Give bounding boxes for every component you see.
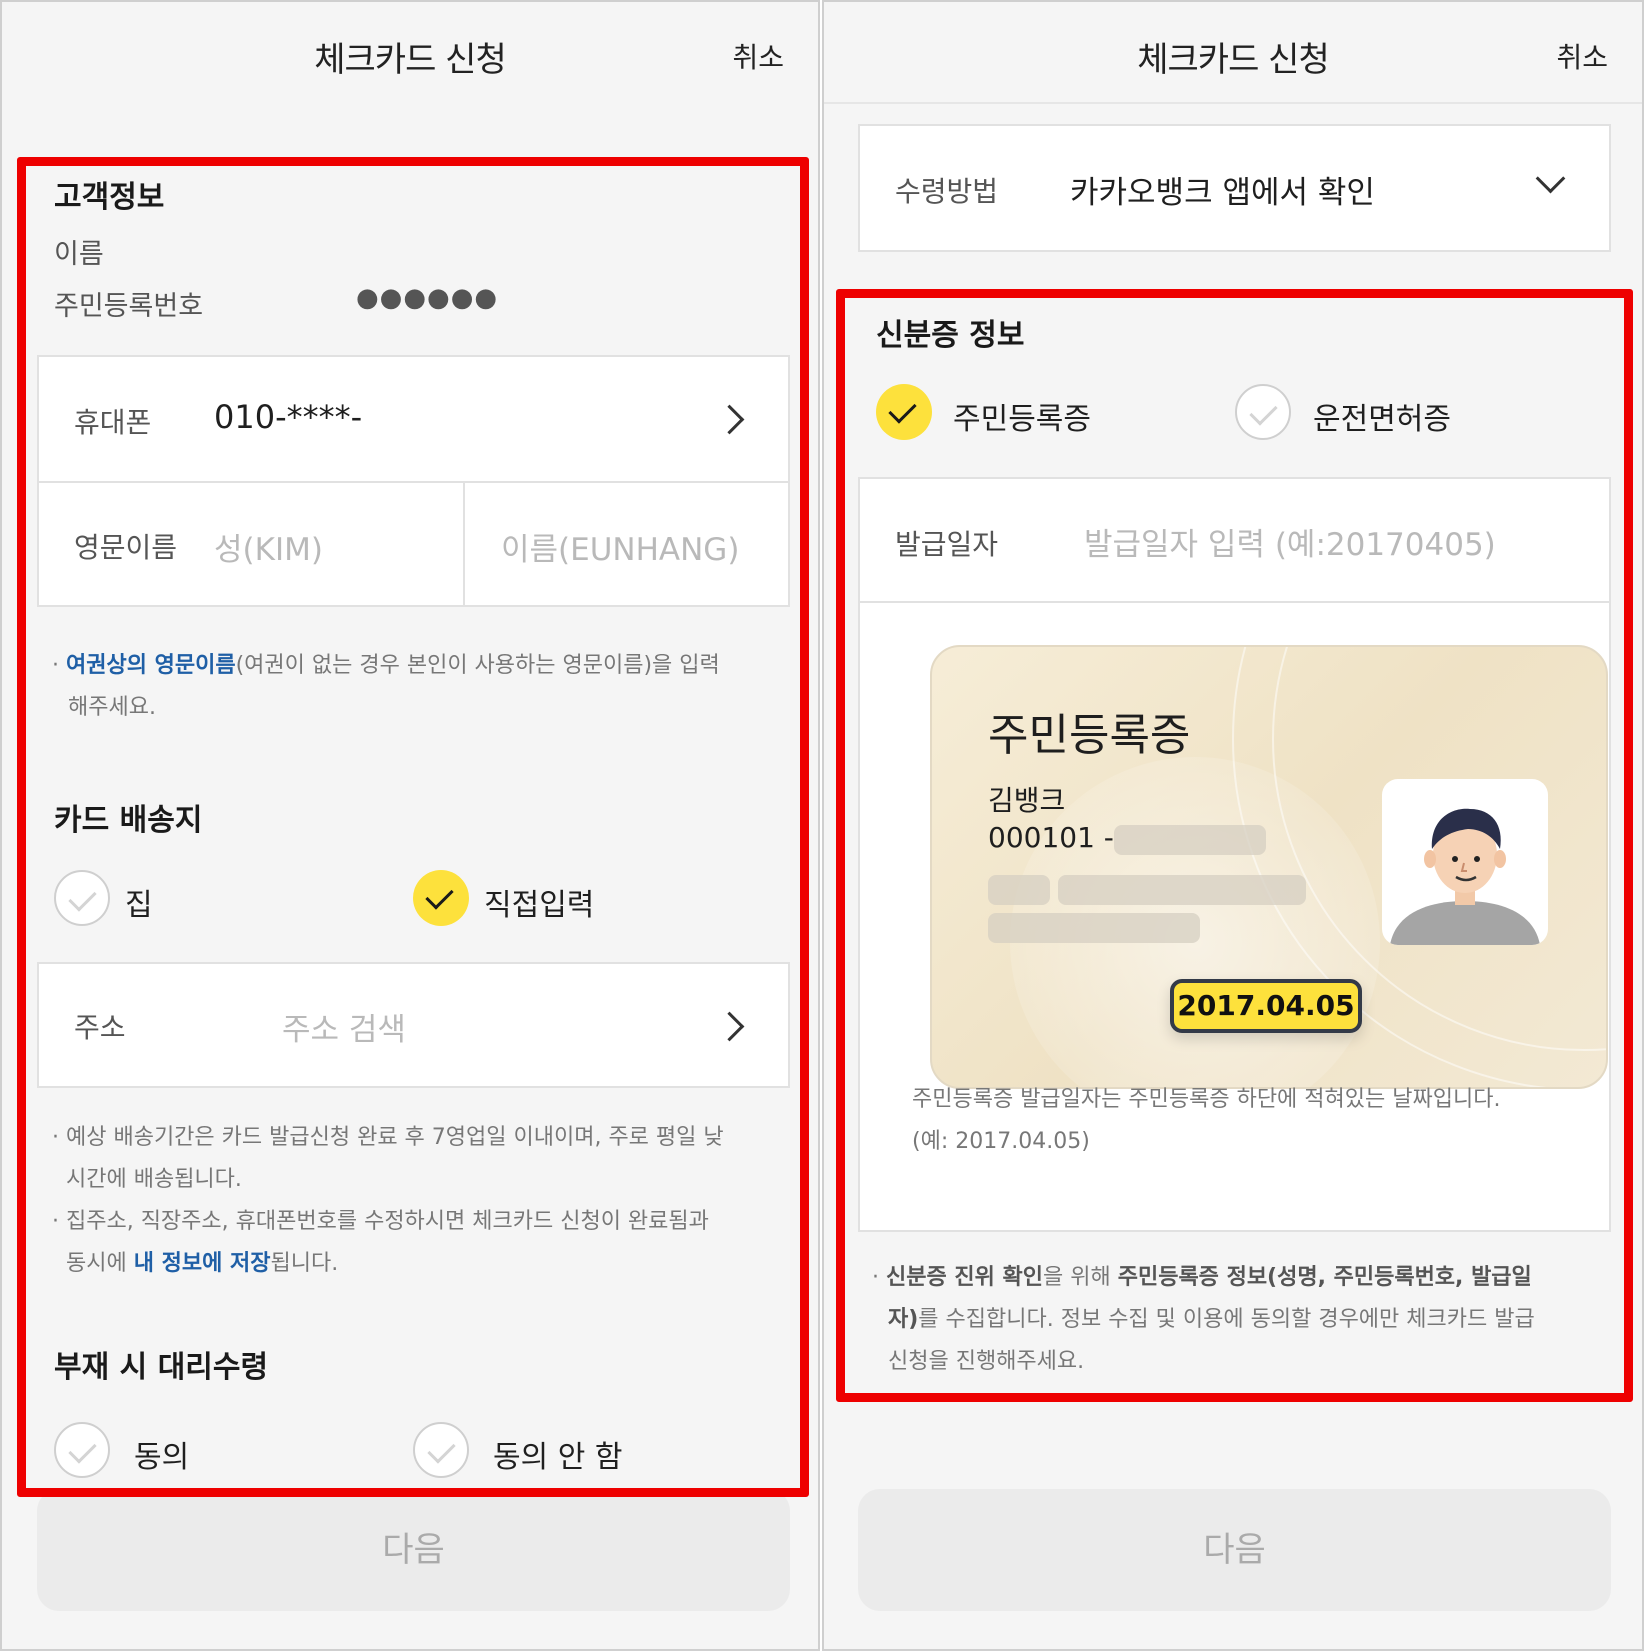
cancel-button[interactable]: 취소 [1556, 36, 1608, 76]
redacted-bar [988, 913, 1200, 943]
receive-method-label: 수령방법 [895, 175, 999, 208]
radio-direct-input[interactable] [413, 870, 469, 926]
redacted-bar [988, 875, 1050, 905]
check-icon [425, 881, 454, 910]
chevron-right-icon [714, 404, 745, 435]
phone-value: 010-****- [214, 398, 363, 436]
divider [860, 601, 1609, 603]
delivery-title: 카드 배송지 [54, 803, 203, 838]
page-title: 체크카드 신청 [314, 40, 507, 80]
id-card-illustration: 주민등록증 김뱅크 000101 - 2017.04.05 [930, 645, 1608, 1089]
receive-method-value: 카카오뱅크 앱에서 확인 [1070, 175, 1375, 211]
privacy-note: · 신분증 진위 확인을 위해 주민등록증 정보(성명, 주민등록번호, 발급일… [872, 1265, 1535, 1374]
check-icon [1249, 397, 1278, 426]
proxy-receipt-title: 부재 시 대리수령 [54, 1350, 269, 1385]
radio-rrn-card[interactable] [876, 384, 932, 440]
chevron-right-icon [714, 1011, 745, 1042]
id-card-number: 000101 - [988, 821, 1114, 854]
divider [463, 483, 465, 605]
redacted-bar [1058, 875, 1306, 905]
check-icon [68, 1435, 97, 1464]
english-name-note: · 여권상의 영문이름(여권이 없는 경우 본인이 사용하는 영문이름)을 입력… [52, 653, 720, 720]
save-to-my-info-highlight: 내 정보에 저장 [133, 1251, 271, 1276]
check-icon [888, 395, 917, 424]
passport-name-highlight: 여권상의 영문이름 [66, 653, 236, 678]
english-name-label: 영문이름 [74, 531, 178, 564]
last-name-input[interactable]: 성(KIM) [214, 524, 323, 569]
next-button[interactable]: 다음 [858, 1489, 1611, 1611]
next-button[interactable]: 다음 [37, 1489, 790, 1611]
radio-home-label: 집 [125, 888, 153, 923]
address-label: 주소 [74, 1011, 126, 1044]
customer-info-title: 고객정보 [54, 180, 165, 215]
radio-rrn-card-label: 주민등록증 [953, 402, 1091, 437]
person-avatar-icon [1390, 808, 1540, 945]
phone-label: 휴대폰 [74, 406, 152, 439]
radio-agree[interactable] [54, 1422, 110, 1478]
left-screen: 체크카드 신청 취소 고객정보 이름 주민등록번호 ●●●●●● 휴대폰 010… [0, 0, 820, 1651]
rrn-masked-value: ●●●●●● [356, 283, 499, 313]
name-label: 이름 [54, 239, 104, 270]
radio-home[interactable] [54, 870, 110, 926]
page-title: 체크카드 신청 [1137, 40, 1330, 80]
radio-disagree[interactable] [413, 1422, 469, 1478]
check-icon [68, 883, 97, 912]
issue-date-card: 발급일자 발급일자 입력 (예:20170405) 주민등록증 김뱅크 0001… [858, 477, 1611, 1232]
header-divider [824, 102, 1642, 104]
radio-agree-label: 동의 [134, 1440, 190, 1475]
issue-date-label: 발급일자 [895, 528, 999, 561]
radio-disagree-label: 동의 안 함 [493, 1440, 623, 1475]
first-name-input[interactable]: 이름(EUNHANG) [501, 524, 739, 569]
radio-driver-license-label: 운전면허증 [1313, 402, 1451, 437]
radio-direct-input-label: 직접입력 [484, 888, 595, 923]
rrn-label: 주민등록번호 [54, 291, 204, 322]
phone-row[interactable]: 휴대폰 010-****- [37, 355, 790, 483]
address-row[interactable]: 주소 주소 검색 [37, 962, 790, 1088]
check-icon [427, 1435, 456, 1464]
id-photo-avatar [1382, 779, 1548, 945]
issue-date-input[interactable]: 발급일자 입력 (예:20170405) [1084, 519, 1496, 564]
issue-date-badge: 2017.04.05 [1170, 979, 1362, 1033]
address-search-placeholder: 주소 검색 [282, 1012, 406, 1048]
right-screen: 체크카드 신청 취소 수령방법 카카오뱅크 앱에서 확인 신분증 정보 주민등록… [822, 0, 1644, 1651]
english-name-row: 영문이름 성(KIM) 이름(EUNHANG) [37, 481, 790, 607]
cancel-button[interactable]: 취소 [732, 36, 784, 76]
delivery-notes: · 예상 배송기간은 카드 발급신청 완료 후 7영업일 이내이며, 주로 평일… [52, 1125, 724, 1276]
id-card-title: 주민등록증 [988, 710, 1191, 761]
issue-date-note: 주민등록증 발급일자는 주민등록증 하단에 적혀있는 날짜입니다. (예: 20… [912, 1087, 1501, 1154]
radio-driver-license[interactable] [1235, 384, 1291, 440]
receive-method-select[interactable]: 수령방법 카카오뱅크 앱에서 확인 [858, 124, 1611, 252]
id-card-name: 김뱅크 [988, 784, 1066, 817]
redacted-bar [1114, 825, 1266, 855]
id-info-title: 신분증 정보 [876, 318, 1025, 353]
chevron-down-icon [1535, 163, 1566, 194]
